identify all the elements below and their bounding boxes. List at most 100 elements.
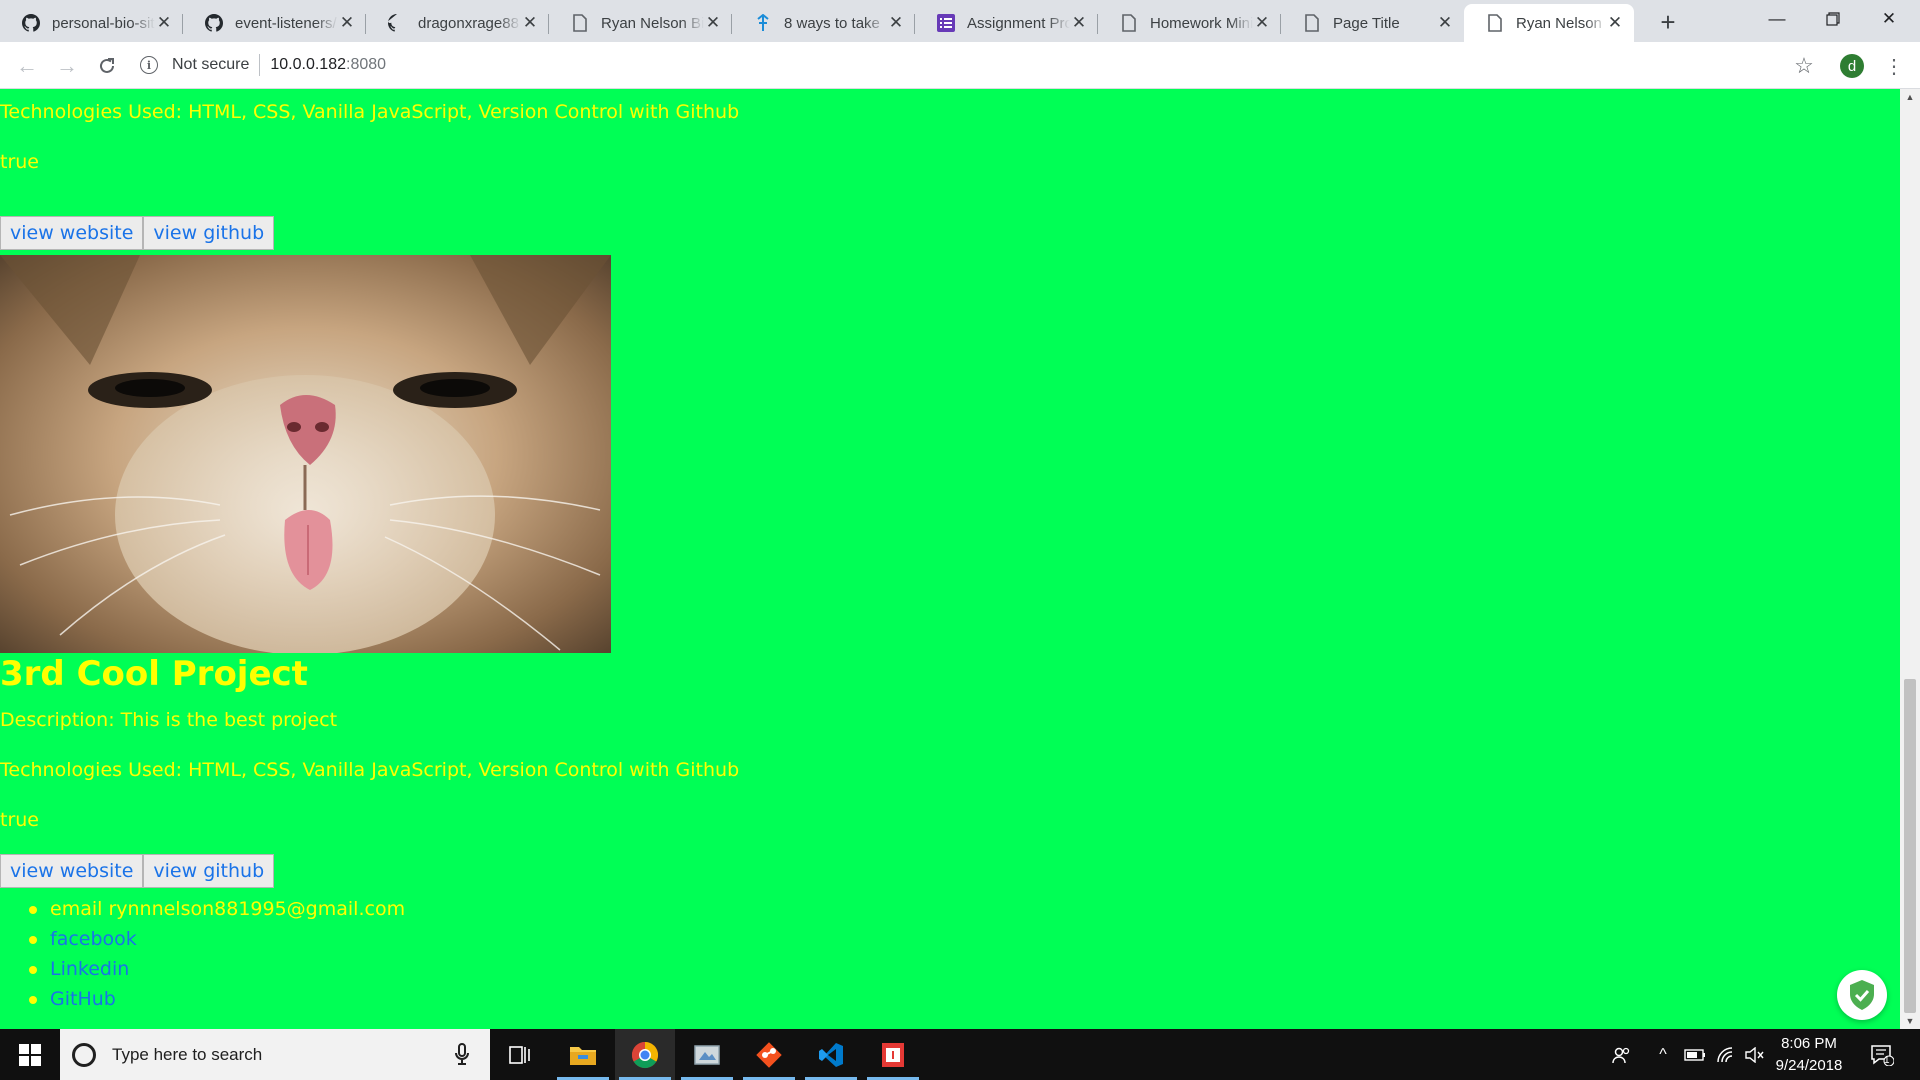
list-icon — [937, 14, 955, 32]
chevron-up-icon[interactable]: ^ — [1650, 1029, 1676, 1080]
tab-page-title[interactable]: Page Title ✕ — [1281, 4, 1464, 42]
taskbar-clock[interactable]: 8:06 PM 9/24/2018 — [1763, 1033, 1855, 1077]
page-icon — [1120, 14, 1138, 32]
tab-ryan-nelson-bio-active[interactable]: Ryan Nelson Bio ✕ — [1464, 4, 1634, 42]
close-icon[interactable]: ✕ — [1606, 13, 1624, 32]
close-icon[interactable]: ✕ — [704, 13, 722, 32]
action-center-button[interactable]: 1 — [1862, 1029, 1902, 1080]
tab-personal-bio-site[interactable]: personal-bio-site ✕ — [0, 4, 183, 42]
cat-photo — [0, 255, 611, 653]
project-3-buttons: view website view github — [0, 854, 275, 888]
github-icon — [22, 14, 40, 32]
profile-avatar[interactable]: d — [1840, 54, 1864, 78]
github-link[interactable]: GitHub — [0, 984, 405, 1014]
view-github-button[interactable]: view github — [143, 216, 275, 250]
bookmark-star-icon[interactable]: ☆ — [1789, 51, 1819, 81]
paint-icon — [694, 1044, 720, 1065]
close-icon[interactable]: ✕ — [1253, 13, 1271, 32]
close-icon[interactable]: ✕ — [1070, 13, 1088, 32]
scroll-up-arrow-icon[interactable]: ▲ — [1900, 89, 1920, 105]
notification-icon — [1871, 1044, 1894, 1066]
tab-event-listeners[interactable]: event-listeners/ ✕ — [183, 4, 366, 42]
wifi-icon[interactable] — [1713, 1029, 1741, 1080]
taskbar-search-box[interactable]: Type here to search — [60, 1029, 490, 1080]
forward-button[interactable]: → — [52, 51, 82, 81]
project-2-available: true — [0, 151, 39, 173]
page-icon — [571, 14, 589, 32]
tab-homework-mini[interactable]: Homework Mini ✕ — [1098, 4, 1281, 42]
project-2-image — [0, 255, 611, 653]
task-view-button[interactable] — [490, 1029, 550, 1080]
restore-icon — [1826, 12, 1840, 26]
folder-icon — [570, 1046, 596, 1065]
chrome-icon — [631, 1041, 659, 1068]
close-window-button[interactable]: ✕ — [1861, 0, 1917, 38]
windows-logo-icon — [19, 1043, 41, 1066]
microphone-icon[interactable] — [455, 1043, 469, 1070]
tab-title: Homework Mini — [1150, 14, 1253, 32]
project-2-buttons: view website view github — [0, 216, 275, 250]
view-website-button[interactable]: view website — [0, 216, 144, 250]
battery-icon[interactable] — [1681, 1029, 1709, 1080]
linkedin-link[interactable]: Linkedin — [0, 954, 405, 984]
contact-list: email rynnnelson881995@gmail.com faceboo… — [0, 894, 405, 1014]
maximize-button[interactable] — [1805, 0, 1861, 38]
close-icon[interactable]: ✕ — [521, 13, 539, 32]
tab-title: 8 ways to take — [784, 14, 880, 32]
reload-button[interactable] — [92, 51, 122, 81]
start-button[interactable] — [0, 1029, 60, 1080]
info-icon[interactable]: i — [140, 56, 158, 74]
url-host: 10.0.0.182 — [270, 56, 346, 73]
page-icon — [1486, 14, 1504, 32]
close-icon[interactable]: ✕ — [1436, 13, 1454, 32]
close-icon[interactable]: ✕ — [155, 13, 173, 32]
tab-title: Assignment Pro — [967, 14, 1070, 32]
new-tab-button[interactable]: + — [1654, 7, 1682, 37]
cortana-icon — [72, 1042, 96, 1067]
github-icon — [205, 14, 223, 32]
facebook-link[interactable]: facebook — [0, 924, 405, 954]
file-explorer-button[interactable] — [553, 1029, 613, 1080]
project-3-description: Description: This is the best project — [0, 709, 338, 731]
page-scrollbar[interactable]: ▲ ▼ — [1900, 89, 1920, 1029]
view-website-button[interactable]: view website — [0, 854, 144, 888]
tab-title: Page Title — [1333, 14, 1400, 32]
gitkraken-taskbar-button[interactable] — [739, 1029, 799, 1080]
pin-icon — [754, 14, 772, 32]
task-view-icon — [509, 1045, 530, 1064]
clock-date: 9/24/2018 — [1775, 1057, 1843, 1074]
menu-kebab-icon[interactable]: ⋮ — [1884, 51, 1904, 81]
shield-check-badge[interactable] — [1837, 970, 1887, 1020]
git-icon — [756, 1041, 782, 1068]
vscode-icon — [819, 1042, 843, 1067]
tab-title: event-listeners/ — [235, 14, 337, 32]
slides-taskbar-button[interactable] — [863, 1029, 923, 1080]
scroll-thumb[interactable] — [1904, 679, 1916, 1013]
close-icon[interactable]: ✕ — [338, 13, 356, 32]
project-3-available: true — [0, 809, 39, 831]
tab-ryan-nelson-bio[interactable]: Ryan Nelson Bio ✕ — [549, 4, 732, 42]
address-divider — [259, 54, 261, 76]
project-2-technologies: Technologies Used: HTML, CSS, Vanilla Ja… — [0, 101, 740, 123]
project-3-technologies: Technologies Used: HTML, CSS, Vanilla Ja… — [0, 759, 740, 781]
slides-icon — [882, 1042, 904, 1067]
search-placeholder: Type here to search — [112, 1044, 263, 1064]
tab-8-ways[interactable]: 8 ways to take ✕ — [732, 4, 915, 42]
close-icon[interactable]: ✕ — [887, 13, 905, 32]
clock-time: 8:06 PM — [1781, 1035, 1837, 1052]
paint-taskbar-button[interactable] — [677, 1029, 737, 1080]
minimize-button[interactable]: — — [1749, 0, 1805, 38]
url-port: :8080 — [346, 56, 387, 73]
scroll-down-arrow-icon[interactable]: ▼ — [1900, 1013, 1920, 1029]
chrome-taskbar-button[interactable] — [615, 1029, 675, 1080]
notification-count: 1 — [1884, 1055, 1890, 1066]
back-button[interactable]: ← — [12, 51, 42, 81]
shield-check-icon — [1850, 980, 1874, 1010]
tab-dragonxrage88[interactable]: dragonxrage88 ✕ — [366, 4, 549, 42]
tab-assignment-pro[interactable]: Assignment Pro ✕ — [915, 4, 1098, 42]
people-icon[interactable] — [1605, 1029, 1639, 1080]
tab-title: dragonxrage88 — [418, 14, 519, 32]
vscode-taskbar-button[interactable] — [801, 1029, 861, 1080]
view-github-button[interactable]: view github — [143, 854, 275, 888]
address-bar[interactable]: i Not secure 10.0.0.182:8080 — [140, 47, 1810, 83]
